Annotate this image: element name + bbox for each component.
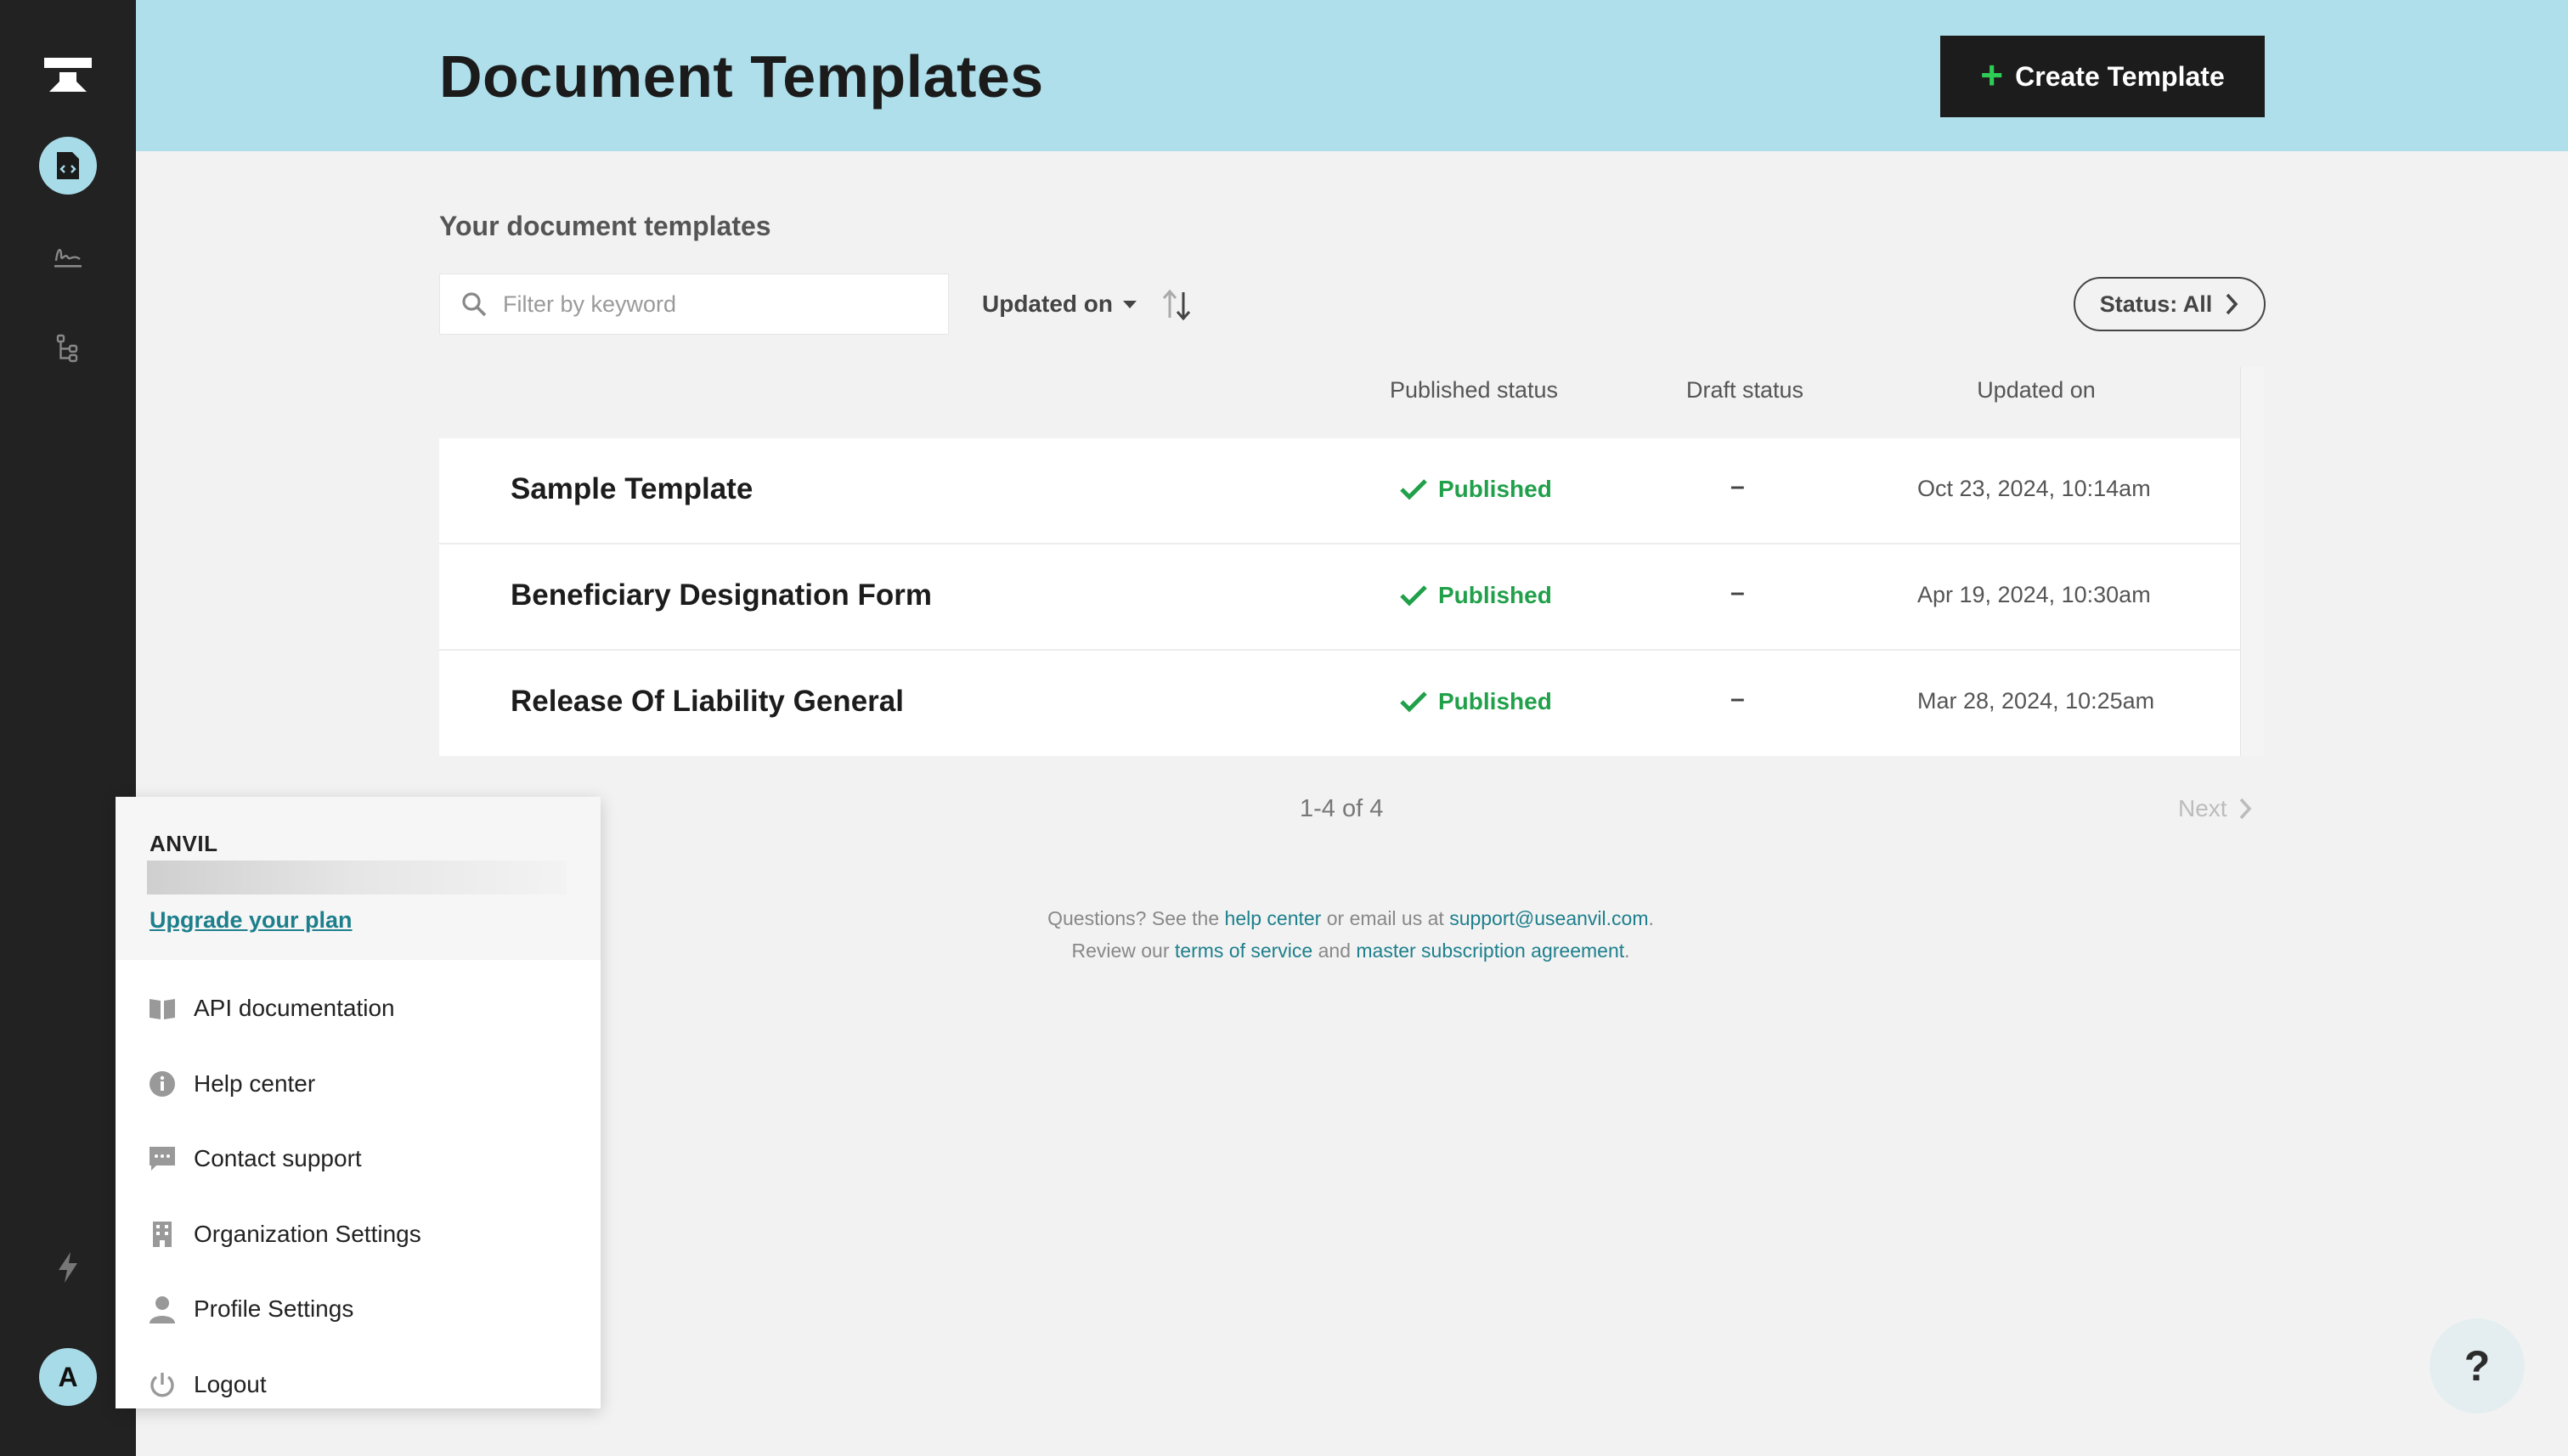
checkmark-icon — [1400, 691, 1427, 713]
next-page-button[interactable]: Next — [2178, 795, 2253, 822]
table-row[interactable]: Beneficiary Designation Form Published –… — [439, 545, 2240, 651]
workflow-tree-icon — [56, 334, 78, 363]
template-name[interactable]: Beneficiary Designation Form — [511, 578, 932, 612]
menu-item-contact-support[interactable]: Contact support — [116, 1125, 601, 1193]
redacted-plan-info — [147, 861, 567, 894]
footer-line-1: Questions? See the help center or email … — [849, 902, 1852, 934]
next-page-label: Next — [2178, 795, 2227, 821]
menu-item-label: Help center — [194, 1070, 316, 1097]
draft-status: – — [1730, 472, 1745, 500]
menu-item-org-settings[interactable]: Organization Settings — [116, 1200, 601, 1268]
sort-direction-icon[interactable] — [1161, 287, 1192, 323]
user-menu: ANVIL Upgrade your plan API documentatio… — [116, 797, 601, 1408]
menu-item-label: Organization Settings — [194, 1221, 421, 1247]
terms-link[interactable]: terms of service — [1175, 940, 1312, 962]
chevron-down-icon — [1123, 301, 1137, 308]
section-heading: Your document templates — [439, 211, 771, 241]
updated-on: Mar 28, 2024, 10:25am — [1917, 688, 2155, 714]
info-icon — [150, 1071, 175, 1097]
column-header-updated[interactable]: Updated on — [1977, 377, 2096, 404]
menu-item-label: Logout — [194, 1371, 267, 1397]
status-filter-button[interactable]: Status: All — [2074, 277, 2266, 331]
org-name: ANVIL — [150, 831, 218, 856]
footer-text: . — [1648, 907, 1654, 929]
scrollbar-track — [2240, 367, 2264, 438]
rail-signatures-button[interactable] — [39, 228, 97, 285]
book-icon — [150, 999, 175, 1019]
chat-icon — [150, 1147, 175, 1171]
scrollbar-track[interactable] — [2240, 438, 2264, 756]
column-header-draft[interactable]: Draft status — [1686, 377, 1803, 404]
menu-item-profile-settings[interactable]: Profile Settings — [116, 1275, 601, 1343]
template-name[interactable]: Sample Template — [511, 472, 753, 506]
chevron-right-icon — [2226, 293, 2238, 315]
page-title: Document Templates — [439, 43, 1044, 110]
footer-text: . — [1624, 940, 1630, 962]
menu-item-logout[interactable]: Logout — [116, 1351, 601, 1419]
search-input[interactable] — [503, 291, 928, 318]
anvil-logo-icon[interactable] — [44, 56, 92, 93]
footer-line-2: Review our terms of service and master s… — [849, 934, 1852, 967]
menu-item-label: Contact support — [194, 1145, 362, 1171]
page-header: Document Templates + Create Template — [136, 0, 2568, 151]
chevron-right-icon — [2239, 798, 2252, 820]
checkmark-icon — [1400, 585, 1427, 607]
rail-lightning-button[interactable] — [39, 1239, 97, 1296]
draft-status: – — [1730, 578, 1745, 607]
building-icon — [153, 1222, 172, 1247]
footer-text: Questions? See the — [1047, 907, 1220, 929]
template-name[interactable]: Release Of Liability General — [511, 685, 904, 719]
menu-item-label: Profile Settings — [194, 1295, 354, 1322]
upgrade-plan-link[interactable]: Upgrade your plan — [150, 907, 353, 934]
power-icon — [150, 1373, 174, 1397]
msa-link[interactable]: master subscription agreement — [1356, 940, 1624, 962]
search-icon — [462, 292, 487, 317]
menu-item-api-docs[interactable]: API documentation — [116, 974, 601, 1042]
create-template-label: Create Template — [2015, 60, 2225, 92]
footer-text: and — [1318, 940, 1351, 962]
rail-workflows-button[interactable] — [39, 319, 97, 377]
column-header-published[interactable]: Published status — [1390, 377, 1558, 404]
person-icon — [150, 1296, 175, 1323]
table-row[interactable]: Release Of Liability General Published –… — [439, 651, 2240, 757]
published-status: Published — [1399, 476, 1552, 503]
menu-org-section: ANVIL Upgrade your plan — [116, 797, 601, 960]
signature-icon — [54, 249, 82, 268]
published-status-label: Published — [1438, 476, 1552, 502]
rail-templates-button[interactable] — [39, 137, 97, 195]
lightning-icon — [59, 1252, 77, 1283]
updated-on: Oct 23, 2024, 10:14am — [1917, 476, 2151, 501]
published-status: Published — [1399, 582, 1552, 609]
sort-select[interactable]: Updated on — [982, 291, 1138, 318]
draft-status: – — [1730, 685, 1745, 713]
status-filter-label: Status: All — [2099, 291, 2213, 317]
templates-table: Sample Template Published – Oct 23, 2024… — [439, 438, 2264, 756]
menu-item-help-center[interactable]: Help center — [116, 1050, 601, 1118]
create-template-button[interactable]: + Create Template — [1940, 36, 2265, 117]
sort-label: Updated on — [982, 291, 1113, 317]
footer-text: or email us at — [1326, 907, 1444, 929]
published-status-label: Published — [1438, 582, 1552, 608]
plus-icon: + — [1980, 53, 2004, 97]
footer: Questions? See the help center or email … — [849, 902, 1852, 967]
updated-on: Apr 19, 2024, 10:30am — [1917, 582, 2151, 607]
help-center-link[interactable]: help center — [1225, 907, 1322, 929]
checkmark-icon — [1400, 479, 1427, 500]
menu-item-label: API documentation — [194, 995, 395, 1021]
pagination-count: 1-4 of 4 — [1300, 795, 1384, 822]
search-box[interactable] — [439, 274, 949, 335]
published-status-label: Published — [1438, 688, 1552, 714]
avatar[interactable]: A — [39, 1348, 97, 1406]
published-status: Published — [1399, 688, 1552, 715]
support-email-link[interactable]: support@useanvil.com — [1449, 907, 1648, 929]
table-row[interactable]: Sample Template Published – Oct 23, 2024… — [439, 438, 2240, 545]
document-code-icon — [57, 152, 79, 179]
help-button[interactable]: ? — [2430, 1318, 2525, 1414]
footer-text: Review our — [1071, 940, 1170, 962]
